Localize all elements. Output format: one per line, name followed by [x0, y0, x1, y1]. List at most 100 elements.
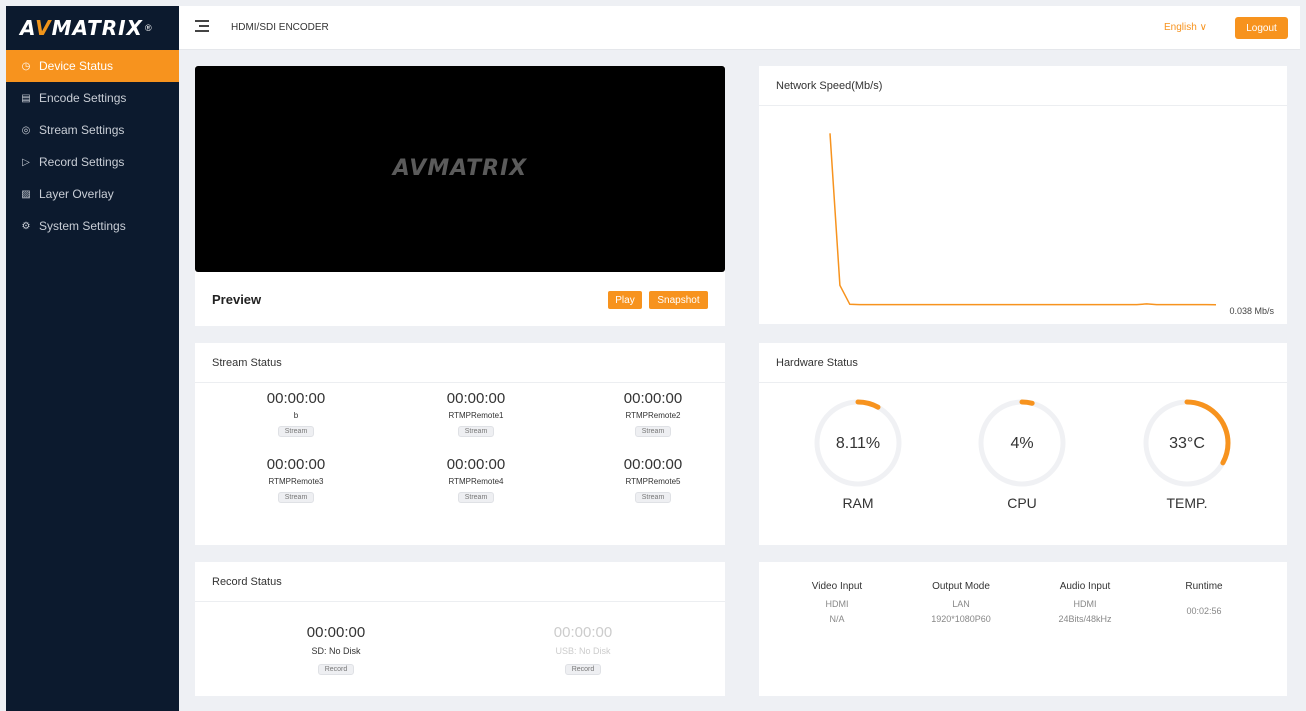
sidebar-item-record-settings[interactable]: ▷ Record Settings [6, 146, 179, 178]
record-status-title: Record Status [212, 576, 282, 588]
sidebar: AVMATRIX ® ◷ Device Status ▤ Encode Settings… [6, 6, 179, 711]
info-value: HDMI [825, 599, 849, 609]
sidebar-nav: ◷ Device Status ▤ Encode Settings ◎ Stream Se… [6, 50, 179, 242]
gauge-label: TEMP. [1166, 495, 1208, 511]
clock-icon: ◷ [21, 60, 31, 72]
preview-label: Preview [212, 292, 262, 307]
disk-status: USB: No Disk [555, 646, 611, 656]
stream-timer: 00:00:00 [266, 456, 326, 473]
stream-name: RTMPRemote2 [625, 411, 681, 420]
sidebar-item-label: Encode Settings [39, 91, 127, 105]
snapshot-button[interactable]: Snapshot [649, 291, 708, 309]
record-item: 00:00:00 SD: No Disk Record [236, 624, 436, 676]
device-title: HDMI/SDI ENCODER [231, 22, 329, 33]
gauge-label: RAM [842, 495, 874, 511]
info-heading: Audio Input [1059, 581, 1111, 592]
logout-button[interactable]: Logout [1235, 17, 1288, 39]
sidebar-item-layer-overlay[interactable]: ▨ Layer Overlay [6, 178, 179, 210]
menu-toggle-icon[interactable] [195, 20, 209, 32]
stream-button[interactable]: Stream [277, 426, 315, 437]
gauge-ram: 8.11% RAM [808, 395, 908, 511]
stream-name: RTMPRemote5 [625, 477, 681, 486]
io-info-card: Video Input HDMI N/A Output Mode LAN 1920*108… [759, 562, 1287, 696]
sidebar-item-label: Record Settings [39, 155, 125, 169]
stream-status-title: Stream Status [212, 357, 282, 369]
network-speed-readout: 0.038 Mb/s [1229, 306, 1274, 316]
logo-wordmark: AVMATRIX [20, 16, 143, 40]
stream-button[interactable]: Stream [457, 492, 495, 503]
stream-item: 00:00:00 RTMPRemote1 Stream [386, 390, 566, 438]
stream-item: 00:00:00 b Stream [206, 390, 386, 438]
network-speed-card: Network Speed(Mb/s) 0.038 Mb/s [759, 66, 1287, 324]
gauge-temp: 33°C TEMP. [1137, 395, 1237, 511]
eye-icon: ◎ [21, 124, 31, 136]
sidebar-item-system-settings[interactable]: ⚙ System Settings [6, 210, 179, 242]
divider [195, 601, 725, 602]
sidebar-item-label: System Settings [39, 219, 126, 233]
record-button[interactable]: Record [564, 664, 602, 675]
list-icon: ▤ [21, 92, 31, 104]
record-timer: 00:00:00 [553, 624, 613, 641]
info-runtime: Runtime 00:02:56 [1139, 581, 1269, 616]
stream-item: 00:00:00 RTMPRemote5 Stream [563, 456, 743, 504]
network-speed-title: Network Speed(Mb/s) [776, 80, 883, 92]
stream-timer: 00:00:00 [623, 456, 683, 473]
image-icon: ▨ [21, 188, 31, 200]
stream-item: 00:00:00 RTMPRemote2 Stream [563, 390, 743, 438]
info-value: HDMI [1073, 599, 1097, 609]
sidebar-item-stream-settings[interactable]: ◎ Stream Settings [6, 114, 179, 146]
info-value: 1920*1080P60 [931, 614, 991, 624]
disk-status: SD: No Disk [311, 646, 361, 656]
record-button[interactable]: Record [317, 664, 355, 675]
stream-name: RTMPRemote4 [448, 477, 504, 486]
record-status-card: Record Status 00:00:00 SD: No Disk Record 0… [195, 562, 725, 696]
stream-button[interactable]: Stream [277, 492, 315, 503]
hardware-status-title: Hardware Status [776, 357, 858, 369]
info-heading: Runtime [1185, 581, 1223, 592]
stream-button[interactable]: Stream [457, 426, 495, 437]
info-value: N/A [829, 614, 845, 624]
stream-name: RTMPRemote3 [268, 477, 324, 486]
stream-item: 00:00:00 RTMPRemote3 Stream [206, 456, 386, 504]
gauge-cpu: 4% CPU [972, 395, 1072, 511]
info-value: 00:02:56 [1186, 606, 1222, 616]
gauge-label: CPU [1007, 495, 1037, 511]
sidebar-item-encode-settings[interactable]: ▤ Encode Settings [6, 82, 179, 114]
play-button[interactable]: Play [608, 291, 642, 309]
stream-name: b [293, 411, 299, 420]
gauge-value: 33°C [1169, 435, 1205, 452]
sidebar-item-label: Device Status [39, 59, 114, 73]
stream-timer: 00:00:00 [266, 390, 326, 407]
stream-timer: 00:00:00 [446, 456, 506, 473]
top-header: HDMI/SDI ENCODER English ∨ Logout [179, 6, 1300, 50]
record-item: 00:00:00 USB: No Disk Record [483, 624, 683, 676]
record-icon: ▷ [22, 156, 30, 168]
sidebar-item-label: Stream Settings [39, 123, 125, 137]
stream-name: RTMPRemote1 [448, 411, 504, 420]
stream-button[interactable]: Stream [634, 426, 672, 437]
info-video-input: Video Input HDMI N/A [772, 581, 902, 624]
preview-card: AVMATRIX Preview Play Snapshot [195, 66, 725, 326]
stream-timer: 00:00:00 [446, 390, 506, 407]
hardware-status-card: Hardware Status 8.11% RAM 4% CPU 33°C TEMP. [759, 343, 1287, 545]
stream-status-card: Stream Status 00:00:00 b Stream 00:00:00 RTM… [195, 343, 725, 545]
video-logo: AVMATRIX [392, 156, 528, 181]
network-speed-chart [829, 133, 1217, 306]
brand-logo: AVMATRIX ® [6, 6, 179, 50]
divider [759, 382, 1287, 383]
sidebar-item-device-status[interactable]: ◷ Device Status [6, 50, 179, 82]
stream-button[interactable]: Stream [634, 492, 672, 503]
info-output-mode: Output Mode LAN 1920*1080P60 [896, 581, 1026, 624]
info-value: 24Bits/48kHz [1058, 614, 1112, 624]
gear-icon: ⚙ [21, 220, 31, 232]
divider [195, 382, 725, 383]
sidebar-item-label: Layer Overlay [39, 187, 114, 201]
language-selector[interactable]: English ∨ [1164, 22, 1207, 33]
video-preview[interactable]: AVMATRIX [195, 66, 725, 272]
stream-timer: 00:00:00 [623, 390, 683, 407]
info-value: LAN [952, 599, 970, 609]
registered-mark: ® [144, 23, 152, 33]
gauge-value: 4% [1010, 435, 1034, 452]
record-timer: 00:00:00 [306, 624, 366, 641]
info-audio-input: Audio Input HDMI 24Bits/48kHz [1020, 581, 1150, 624]
